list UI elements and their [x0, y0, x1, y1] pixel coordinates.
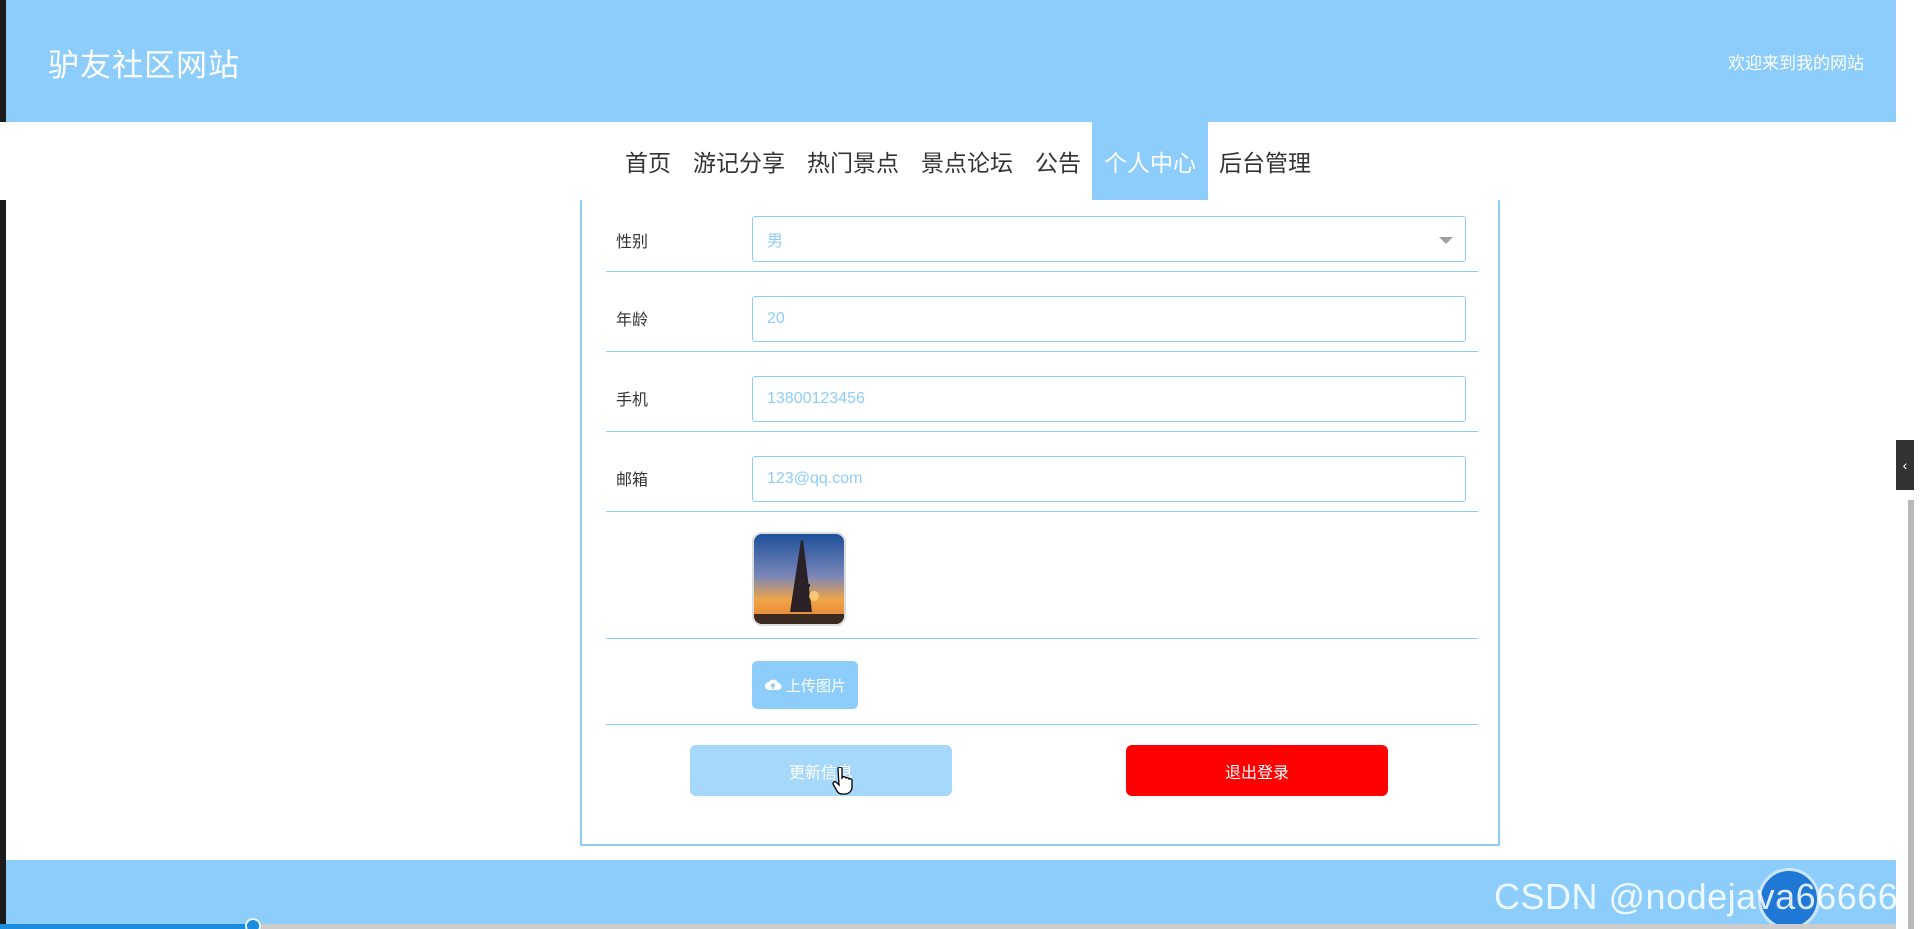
site-title: 驴友社区网站 — [48, 48, 240, 83]
nav-item-admin[interactable]: 后台管理 — [1208, 122, 1322, 200]
avatar — [752, 532, 846, 626]
gender-row: 性别 男 — [606, 200, 1478, 272]
video-progress-knob[interactable] — [245, 918, 261, 929]
age-label: 年龄 — [616, 312, 649, 329]
gender-select[interactable]: 男 — [752, 216, 1466, 262]
phone-label: 手机 — [616, 392, 649, 409]
watermark-text: CSDN @nodejava666666 — [1494, 876, 1919, 917]
nav-item-home[interactable]: 首页 — [614, 122, 682, 200]
upload-row: 上传图片 — [606, 639, 1478, 725]
nav-item-forum[interactable]: 景点论坛 — [910, 122, 1024, 200]
age-input[interactable]: 20 — [752, 296, 1466, 342]
gender-label: 性别 — [616, 234, 649, 251]
eiffel-tower-image — [754, 534, 844, 624]
nav-item-travelogues[interactable]: 游记分享 — [682, 122, 796, 200]
age-value: 20 — [767, 310, 785, 327]
phone-input[interactable]: 13800123456 — [752, 376, 1466, 422]
phone-value: 13800123456 — [767, 390, 865, 407]
email-label: 邮箱 — [616, 472, 649, 489]
main-nav: 首页 游记分享 热门景点 景点论坛 公告 个人中心 后台管理 — [0, 122, 1896, 200]
chevron-left-icon: ‹ — [1902, 457, 1908, 473]
email-row: 邮箱 123@qq.com — [606, 432, 1478, 512]
scrollbar-thumb[interactable] — [1908, 500, 1914, 929]
email-input[interactable]: 123@qq.com — [752, 456, 1466, 502]
nav-item-hot-spots[interactable]: 热门景点 — [796, 122, 910, 200]
email-value: 123@qq.com — [767, 470, 863, 487]
chevron-down-icon — [1439, 237, 1453, 244]
gender-value: 男 — [767, 233, 784, 250]
phone-row: 手机 13800123456 — [606, 352, 1478, 432]
site-header: 驴友社区网站 欢迎来到我的网站 — [6, 0, 1896, 122]
nav-item-notices[interactable]: 公告 — [1024, 122, 1092, 200]
upload-button-label: 上传图片 — [785, 677, 846, 695]
video-progress-track[interactable] — [0, 924, 1920, 929]
hand-cursor-icon — [832, 767, 853, 795]
avatar-row — [606, 512, 1478, 639]
welcome-text: 欢迎来到我的网站 — [1728, 54, 1864, 73]
nav-item-personal-center[interactable]: 个人中心 — [1092, 122, 1208, 200]
video-progress-fill — [0, 924, 250, 929]
cloud-upload-icon — [764, 679, 782, 690]
collapse-panel-tab[interactable]: ‹ — [1896, 440, 1914, 490]
age-row: 年龄 20 — [606, 272, 1478, 352]
logout-button[interactable]: 退出登录 — [1126, 745, 1388, 796]
update-info-button[interactable]: 更新信息 — [690, 745, 952, 796]
upload-image-button[interactable]: 上传图片 — [752, 661, 858, 709]
profile-form-panel: 性别 男 年龄 20 手机 13800123456 邮箱 123@qq.com — [580, 200, 1500, 846]
